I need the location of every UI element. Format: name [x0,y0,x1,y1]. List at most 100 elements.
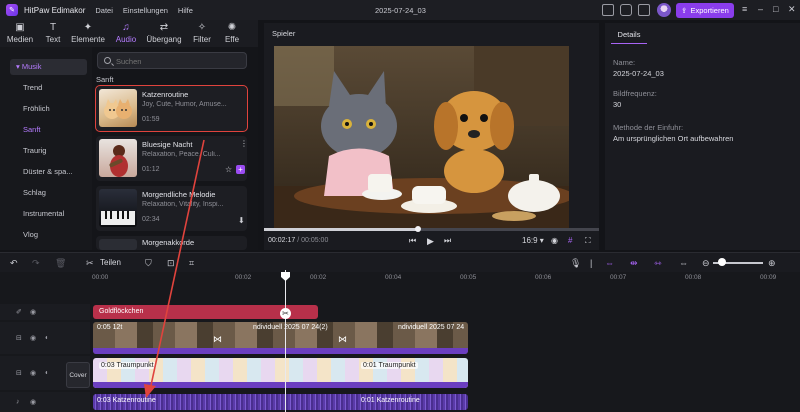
menu-datei[interactable]: Datei [95,6,113,15]
video-clip[interactable]: 0:05 12t ndividuell 2025 07 24(2) ndivid… [93,322,468,354]
more-options-icon[interactable]: ⋮ [240,139,248,148]
snapshot-icon[interactable]: ◉ [551,236,558,245]
track-katzenroutine[interactable]: Katzenroutine Joy, Cute, Humor, Amuse...… [95,85,248,132]
category-traurig[interactable]: Traurig [10,143,87,159]
playhead[interactable] [285,270,286,412]
video-frame [274,46,569,228]
effects-icon: ✺ [227,22,237,33]
track-tags: Relaxation, Vitality, Inspi... [142,201,224,208]
split-marker-icon[interactable]: ✂ [280,308,291,319]
text-icon: T [49,22,57,33]
track-duration: 01:12 [142,166,160,173]
tool-tabs: ▣ Medien T Text ✦ Elemente ♫ Audio ⇄ Übergang… [0,20,258,47]
link-icon[interactable]: ⇔ [605,258,614,268]
speaker-icon[interactable]: ◐ [45,370,49,377]
tab-effekte[interactable]: ✺ Effe [218,20,246,47]
detail-name-label: Name: [613,58,636,67]
scissors-icon[interactable]: ✂ [86,258,94,268]
track-controls: ⊟ ◉ ◐ [0,322,90,354]
timeline-ruler[interactable]: 00:00 00:02 00:02 00:04 00:05 00:06 00:0… [92,272,800,286]
gift-icon[interactable] [638,4,650,16]
category-sanft[interactable]: Sanft [10,122,87,138]
eye-icon[interactable]: ◉ [30,369,36,377]
project-title: 2025-07-24_03 [375,6,426,15]
player-progress-bar[interactable] [264,226,599,232]
category-musik[interactable]: ▾ Musik [10,59,87,75]
overlay-clip[interactable]: 0:03 Traumpunkt 0:01 Traumpunkt [93,358,468,388]
redo-icon[interactable]: ↷ [32,258,40,268]
menu-icon[interactable]: ≡ [742,4,747,14]
avatar[interactable] [657,3,671,17]
tab-elemente[interactable]: ✦ Elemente [66,20,110,47]
track-tags: Joy, Cute, Humor, Amuse... [142,101,227,108]
category-schlag[interactable]: Schlag [10,185,87,201]
download-icon[interactable]: ⬇ [238,216,245,225]
track-bluesige-nacht[interactable]: Bluesige Nacht Relaxation, Peace, Culi..… [96,136,248,181]
audio-clip[interactable]: 0:03 Katzenroutine 0:01 Katzenroutine [93,394,468,410]
text-track: ✐ ◉ Goldflöckchen [0,304,800,320]
upload-icon: ⇪ [681,6,688,15]
menu-hilfe[interactable]: Hilfe [178,6,193,15]
ruler-tick: 00:02 [235,274,252,281]
previous-frame-icon[interactable]: ⏮ [409,236,416,246]
track-tags: Relaxation, Peace, Culi... [142,151,221,158]
search-input[interactable] [116,55,241,67]
video-preview[interactable] [274,46,569,246]
close-icon[interactable]: ✕ [788,4,796,14]
next-frame-icon[interactable]: ⏭ [444,236,451,246]
speaker-icon[interactable]: ◐ [45,335,49,342]
tab-uebergang[interactable]: ⇄ Übergang [142,20,186,47]
undo-icon[interactable]: ↶ [10,258,18,268]
text-box-icon[interactable]: ⊡ [167,258,175,268]
eye-icon[interactable]: ◉ [30,334,36,342]
timeline[interactable]: 00:00 00:02 00:02 00:04 00:05 00:06 00:0… [0,272,800,412]
category-duester[interactable]: Düster & spa... [10,164,87,180]
cover-button[interactable]: Cover [66,362,90,388]
tab-filter[interactable]: ✧ Filter [186,20,218,47]
app-name: HitPaw Edimakor [24,5,86,15]
star-icon[interactable]: ☆ [225,165,232,174]
tab-medien[interactable]: ▣ Medien [0,20,40,47]
lock-icon[interactable]: ⊟ [16,334,22,342]
category-froehlich[interactable]: Fröhlich [10,101,87,117]
tab-audio[interactable]: ♫ Audio [110,20,142,47]
transition-marker-icon[interactable]: ⋈ [213,334,222,345]
track-morgenakkorde[interactable]: Morgenakkorde [96,236,247,250]
minimize-icon[interactable]: – [758,4,763,14]
tab-text[interactable]: T Text [40,20,66,47]
eye-icon[interactable]: ◉ [30,308,36,316]
add-to-timeline-icon[interactable]: + [236,165,245,174]
tab-details[interactable]: Details [611,26,647,44]
overlay-clip-label: 0:01 Traumpunkt [361,362,418,369]
snap-icon[interactable]: ⇿ [654,258,662,268]
microphone-icon[interactable]: 🎙 [570,258,581,268]
shield-icon[interactable]: ⛉ [145,258,152,268]
menu-einstellungen[interactable]: Einstellungen [123,6,168,15]
feedback-icon[interactable] [620,4,632,16]
export-button[interactable]: ⇪ Exportieren [676,3,734,18]
monitor-icon[interactable] [602,4,614,16]
category-trend[interactable]: Trend [10,80,87,96]
overlay-clip-audio-bar [93,382,468,388]
category-vlog[interactable]: Vlog [10,227,87,243]
fullscreen-icon[interactable]: ⛶ [585,236,591,246]
zoom-slider-knob[interactable] [718,258,726,266]
fit-icon[interactable]: ⇔ [679,258,688,268]
aspect-ratio-selector[interactable]: 16:9 ▾ [522,236,544,245]
zoom-in-icon[interactable]: ⊕ [768,258,776,268]
crop-icon[interactable]: ⌗ [189,258,194,268]
grid-icon[interactable]: # [568,236,572,245]
maximize-icon[interactable]: □ [773,4,778,14]
delete-icon[interactable]: 🗑 [55,258,66,268]
transition-marker-icon[interactable]: ⋈ [338,334,347,345]
player-time: 00:02:17 / 00:05:00 [268,237,328,244]
split-button[interactable]: Teilen [100,258,121,267]
track-morgendliche-melodie[interactable]: Morgendliche Melodie Relaxation, Vitalit… [96,186,247,231]
track-name: Morgendliche Melodie [142,190,216,199]
play-icon[interactable]: ▶ [427,236,434,247]
category-instrumental[interactable]: Instrumental [10,206,87,222]
lock-icon[interactable]: ⊟ [16,369,22,377]
zoom-out-icon[interactable]: ⊖ [702,258,710,268]
eye-icon[interactable]: ◉ [30,398,36,406]
magnet-icon[interactable]: ⇹ [630,258,638,268]
